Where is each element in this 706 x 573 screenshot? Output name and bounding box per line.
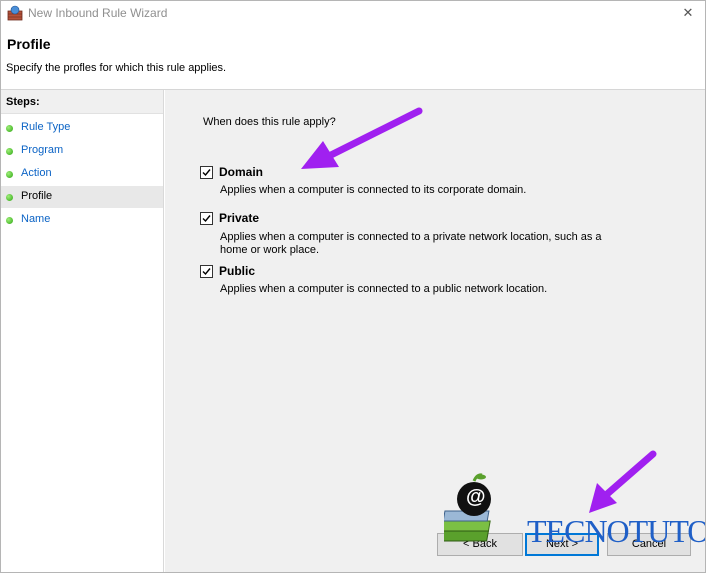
step-profile[interactable]: Profile <box>1 186 163 208</box>
question-label: When does this rule apply? <box>203 116 336 128</box>
domain-checkbox[interactable] <box>200 166 213 179</box>
step-label: Program <box>21 144 64 156</box>
step-action[interactable]: Action <box>1 163 163 185</box>
step-rule-type[interactable]: Rule Type <box>1 117 163 139</box>
status-dot-icon <box>6 194 13 201</box>
step-program[interactable]: Program <box>1 140 163 162</box>
step-label: Action <box>21 167 52 179</box>
private-label[interactable]: Private <box>219 211 259 225</box>
public-label[interactable]: Public <box>219 264 255 278</box>
domain-description: Applies when a computer is connected to … <box>220 184 527 196</box>
step-name[interactable]: Name <box>1 209 163 231</box>
status-dot-icon <box>6 171 13 178</box>
close-button[interactable]: ✕ <box>671 1 705 25</box>
step-label: Rule Type <box>21 121 71 133</box>
status-dot-icon <box>6 148 13 155</box>
public-description: Applies when a computer is connected to … <box>220 283 548 295</box>
steps-heading-label: Steps: <box>6 96 40 108</box>
status-dot-icon <box>6 125 13 132</box>
steps-heading: Steps: <box>1 90 163 114</box>
private-description: Applies when a computer is connected to … <box>220 231 602 256</box>
step-label: Name <box>21 213 51 225</box>
domain-label[interactable]: Domain <box>219 165 263 179</box>
steps-sidebar: Steps: Rule Type Program Action Profile … <box>1 90 164 572</box>
public-checkbox[interactable] <box>200 265 213 278</box>
page-header: Profile Specify the profles for which th… <box>1 25 705 90</box>
checkmark-icon <box>202 215 211 223</box>
page-title: Profile <box>7 36 51 52</box>
private-checkbox[interactable] <box>200 212 213 225</box>
watermark-logo-glyph: @ <box>466 486 486 508</box>
checkmark-icon <box>202 169 211 177</box>
window-title: New Inbound Rule Wizard <box>28 6 168 20</box>
page-subtitle: Specify the profles for which this rule … <box>6 62 227 74</box>
watermark-text: TECNOTUTO <box>527 513 706 549</box>
wizard-window: New Inbound Rule Wizard ✕ Profile Specif… <box>0 0 706 573</box>
step-label: Profile <box>21 190 53 202</box>
status-dot-icon <box>6 217 13 224</box>
firewall-icon <box>7 5 23 21</box>
title-bar: New Inbound Rule Wizard ✕ <box>1 1 705 25</box>
close-icon: ✕ <box>682 5 694 20</box>
checkmark-icon <box>202 268 211 276</box>
